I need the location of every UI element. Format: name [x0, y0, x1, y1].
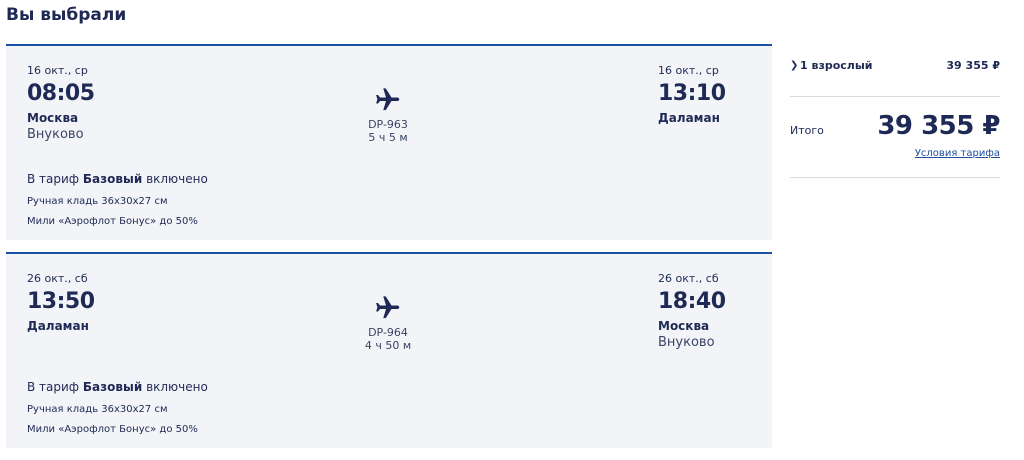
total-price: 39 355 ₽ [877, 111, 1000, 141]
price-summary: ❯ 1 взрослый 39 355 ₽ Итого 39 355 ₽ Усл… [790, 44, 1000, 178]
flight-card-outbound: 16 окт., ср 08:05 Москва Внуково DP-963 … [6, 44, 772, 240]
arrival-time: 18:40 [658, 289, 726, 314]
tariff-suffix: включено [146, 172, 208, 186]
tariff-name: Базовый [82, 380, 143, 394]
page-title: Вы выбрали [6, 5, 127, 25]
tariff-prefix: В тариф [27, 380, 80, 394]
arrival-date: 26 окт., сб [658, 272, 719, 285]
feature-baggage: Ручная кладь 36x30x27 см [27, 196, 168, 207]
departure-date: 26 окт., сб [27, 272, 88, 285]
feature-miles: Мили «Аэрофлот Бонус» до 50% [27, 216, 198, 227]
passengers-row[interactable]: ❯ 1 взрослый 39 355 ₽ [790, 44, 1000, 97]
passengers-price: 39 355 ₽ [946, 59, 1000, 72]
tariff-info: В тариф Базовый включено [27, 172, 208, 186]
arrival-city: Даламан [658, 111, 720, 125]
tariff-conditions-link[interactable]: Условия тарифа [915, 148, 1000, 159]
departure-block: 16 окт., ср 08:05 Москва Внуково [27, 64, 95, 143]
tariff-suffix: включено [146, 380, 208, 394]
total-row: Итого 39 355 ₽ Условия тарифа [790, 97, 1000, 178]
flight-number: DP-964 [368, 326, 408, 339]
tariff-name: Базовый [82, 172, 143, 186]
arrival-block: 26 окт., сб 18:40 Москва Внуково [658, 272, 726, 351]
total-label: Итого [790, 124, 824, 137]
flight-duration: 5 ч 5 м [368, 131, 408, 144]
tariff-info: В тариф Базовый включено [27, 380, 208, 394]
departure-time: 13:50 [27, 289, 95, 314]
departure-airport: Внуково [27, 127, 84, 142]
arrival-airport: Внуково [658, 335, 715, 350]
airplane-icon [376, 88, 400, 111]
flight-info: DP-963 5 ч 5 м [336, 84, 440, 144]
flight-duration: 4 ч 50 м [364, 339, 412, 352]
flight-card-return: 26 окт., сб 13:50 Даламан DP-964 4 ч 50 … [6, 252, 772, 448]
chevron-right-icon[interactable]: ❯ [790, 60, 798, 71]
departure-date: 16 окт., ср [27, 64, 88, 77]
arrival-date: 16 окт., ср [658, 64, 719, 77]
departure-time: 08:05 [27, 81, 95, 106]
tariff-prefix: В тариф [27, 172, 80, 186]
passengers-label: 1 взрослый [800, 59, 873, 72]
arrival-city: Москва [658, 319, 710, 333]
departure-city: Москва [27, 111, 79, 125]
arrival-block: 16 окт., ср 13:10 Даламан [658, 64, 726, 126]
flight-number: DP-963 [368, 118, 408, 131]
feature-miles: Мили «Аэрофлот Бонус» до 50% [27, 424, 198, 435]
departure-city: Даламан [27, 319, 89, 333]
departure-block: 26 окт., сб 13:50 Даламан [27, 272, 95, 334]
airplane-icon [376, 296, 400, 319]
arrival-time: 13:10 [658, 81, 726, 106]
feature-baggage: Ручная кладь 36x30x27 см [27, 404, 168, 415]
flight-info: DP-964 4 ч 50 м [336, 292, 440, 352]
